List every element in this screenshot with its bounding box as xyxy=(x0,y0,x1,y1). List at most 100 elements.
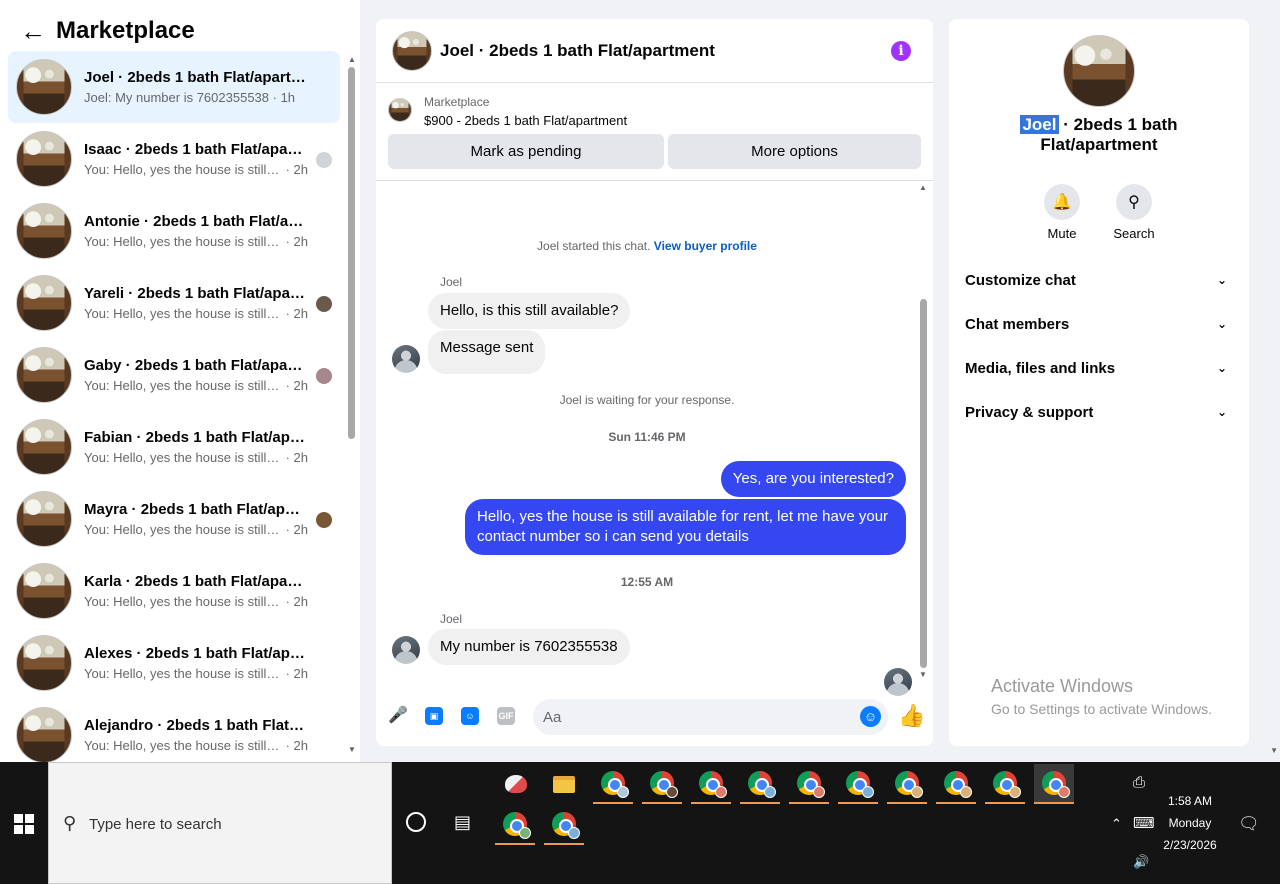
marketplace-sidebar: ← Marketplace Joel · 2beds 1 bath Flat/a… xyxy=(0,0,360,763)
message-composer: 🎤 ▣ ☺ GIF ☺ 👍 xyxy=(376,697,933,737)
scroll-up-arrow-icon[interactable]: ▲ xyxy=(919,183,927,192)
scrollbar-thumb[interactable] xyxy=(920,299,927,668)
conversation-preview: You: Hello, yes the house is still avail… xyxy=(84,594,282,609)
conversation-time: 2h xyxy=(293,666,308,681)
chat-header: Joel · 2beds 1 bath Flat/apartment xyxy=(376,19,933,83)
taskbar-search-box[interactable]: ⚲ Type here to search xyxy=(48,762,392,884)
cortana-icon[interactable] xyxy=(406,812,426,832)
conversation-preview: You: Hello, yes the house is still avail… xyxy=(84,306,282,321)
info-icon[interactable]: i xyxy=(891,41,911,61)
chrome-window-icon[interactable] xyxy=(495,805,535,845)
chrome-window-icon[interactable] xyxy=(740,764,780,804)
conversation-name: Joel · 2beds 1 bath Flat/apartment xyxy=(84,69,308,86)
emoji-icon[interactable]: ☺ xyxy=(860,706,881,727)
listing-photo xyxy=(16,59,72,115)
message-sender: Joel xyxy=(440,612,463,626)
incoming-message[interactable]: Hello, is this still available? xyxy=(428,293,631,329)
joel-avatar[interactable] xyxy=(392,636,420,664)
clock-day[interactable]: Monday xyxy=(1150,816,1230,830)
conversation-time: 1h xyxy=(280,90,296,105)
chrome-window-icon[interactable] xyxy=(985,764,1025,804)
chrome-window-icon[interactable] xyxy=(593,764,633,804)
chrome-window-icon[interactable] xyxy=(691,764,731,804)
section-chat-members[interactable]: Chat members ⌄ xyxy=(965,302,1233,346)
conversation-item[interactable]: Antonie · 2beds 1 bath Flat/apartment Yo… xyxy=(8,195,340,267)
chrome-window-icon[interactable] xyxy=(544,805,584,845)
chrome-window-icon[interactable] xyxy=(887,764,927,804)
clock-date[interactable]: 2/23/2026 xyxy=(1150,838,1230,852)
snipping-tool-icon[interactable] xyxy=(496,764,536,804)
conversation-item[interactable]: Alejandro · 2beds 1 bath Flat/apartment … xyxy=(8,699,340,771)
mute-button[interactable]: 🔔 Mute xyxy=(1032,184,1092,241)
scroll-up-arrow-icon[interactable]: ▲ xyxy=(348,55,356,64)
section-label: Privacy & support xyxy=(965,403,1094,421)
scrollbar-thumb[interactable] xyxy=(348,67,355,439)
sidebar-title: Marketplace xyxy=(56,17,195,44)
incoming-message[interactable]: Message sent xyxy=(428,330,546,374)
view-buyer-profile-link[interactable]: View buyer profile xyxy=(654,239,757,253)
section-privacy-support[interactable]: Privacy & support ⌄ xyxy=(965,390,1233,434)
outgoing-message[interactable]: Hello, yes the house is still available … xyxy=(465,499,906,555)
file-explorer-icon[interactable] xyxy=(544,764,584,804)
task-view-icon[interactable]: ▤ xyxy=(454,812,471,833)
bell-icon[interactable]: 🔔 xyxy=(1044,184,1080,220)
chat-details-panel: Joel · 2beds 1 bath Flat/apartment 🔔 Mut… xyxy=(949,19,1249,746)
notifications-icon[interactable]: 🗨 xyxy=(1238,814,1260,834)
chrome-window-icon[interactable] xyxy=(838,764,878,804)
search-icon[interactable]: ⚲ xyxy=(1116,184,1152,220)
listing-photo xyxy=(16,203,72,259)
windows-start-icon[interactable] xyxy=(14,814,34,834)
listing-photo xyxy=(16,635,72,691)
details-listing-photo[interactable] xyxy=(1063,35,1135,107)
listing-thumbnail[interactable] xyxy=(388,98,412,122)
network-alert-icon[interactable]: ⎙ xyxy=(1133,774,1145,791)
joel-avatar[interactable] xyxy=(392,345,420,373)
chrome-window-icon[interactable] xyxy=(936,764,976,804)
conversation-item[interactable]: Fabian · 2beds 1 bath Flat/apartment You… xyxy=(8,411,340,483)
microphone-icon[interactable]: 🎤 xyxy=(388,707,408,725)
message-thread: Joel started this chat. View buyer profi… xyxy=(376,183,918,696)
conversation-name: Gaby · 2beds 1 bath Flat/apartment xyxy=(84,357,308,374)
thumbs-up-icon[interactable]: 👍 xyxy=(898,703,925,729)
sticker-icon[interactable]: ☺ xyxy=(461,707,479,725)
chat-scrollbar[interactable]: ▲ ▼ xyxy=(918,183,930,680)
listing-price-title[interactable]: $900 - 2beds 1 bath Flat/apartment xyxy=(424,113,627,128)
scroll-down-arrow-icon[interactable]: ▼ xyxy=(348,745,356,754)
section-label: Media, files and links xyxy=(965,359,1116,377)
mark-as-pending-button[interactable]: Mark as pending xyxy=(388,134,664,169)
conversation-item[interactable]: Joel · 2beds 1 bath Flat/apartment Joel:… xyxy=(8,51,340,123)
conversation-item[interactable]: Alexes · 2beds 1 bath Flat/apartment You… xyxy=(8,627,340,699)
scroll-down-arrow-icon[interactable]: ▼ xyxy=(919,670,927,679)
sidebar-scrollbar[interactable]: ▲ ▼ xyxy=(347,55,356,755)
chevron-down-icon: ⌄ xyxy=(1216,273,1227,287)
outgoing-message[interactable]: Yes, are you interested? xyxy=(720,461,906,497)
page-scroll-down-arrow-icon[interactable]: ▼ xyxy=(1270,746,1278,755)
conversation-item[interactable]: Mayra · 2beds 1 bath Flat/apartment You:… xyxy=(8,483,340,555)
conversation-item[interactable]: Gaby · 2beds 1 bath Flat/apartment You: … xyxy=(8,339,340,411)
conversation-item[interactable]: Karla · 2beds 1 bath Flat/apartment You:… xyxy=(8,555,340,627)
chrome-window-icon[interactable] xyxy=(789,764,829,804)
conversation-item[interactable]: Isaac · 2beds 1 bath Flat/apartment You:… xyxy=(8,123,340,195)
conversation-preview: You: Hello, yes the house is still avail… xyxy=(84,450,282,465)
back-arrow-icon[interactable]: ← xyxy=(20,18,56,44)
chat-listing-photo[interactable] xyxy=(392,30,432,71)
volume-icon[interactable]: 🔊 xyxy=(1133,854,1149,870)
conversation-item[interactable]: Yareli · 2beds 1 bath Flat/apartment You… xyxy=(8,267,340,339)
conversation-name: Isaac · 2beds 1 bath Flat/apartment xyxy=(84,141,308,158)
more-options-button[interactable]: More options xyxy=(668,134,921,169)
chrome-window-icon[interactable] xyxy=(642,764,682,804)
chrome-window-icon-active[interactable] xyxy=(1034,764,1074,804)
section-customize-chat[interactable]: Customize chat ⌄ xyxy=(965,258,1233,302)
chevron-up-icon[interactable]: ⌃ xyxy=(1111,816,1122,832)
details-title-rest: · 2beds 1 bath Flat/apartment xyxy=(1040,115,1178,154)
message-input[interactable] xyxy=(533,699,888,735)
incoming-message[interactable]: My number is 7602355538 xyxy=(428,629,630,665)
chat-title[interactable]: Joel · 2beds 1 bath Flat/apartment xyxy=(440,41,715,61)
seen-avatar xyxy=(316,296,332,312)
search-button[interactable]: ⚲ Search xyxy=(1104,184,1164,241)
gif-icon[interactable]: GIF xyxy=(497,707,515,725)
section-media-files-links[interactable]: Media, files and links ⌄ xyxy=(965,346,1233,390)
marketplace-listing-card: Marketplace $900 - 2beds 1 bath Flat/apa… xyxy=(376,83,933,181)
photo-icon[interactable]: ▣ xyxy=(425,707,443,725)
clock-time[interactable]: 1:58 AM xyxy=(1150,794,1230,808)
